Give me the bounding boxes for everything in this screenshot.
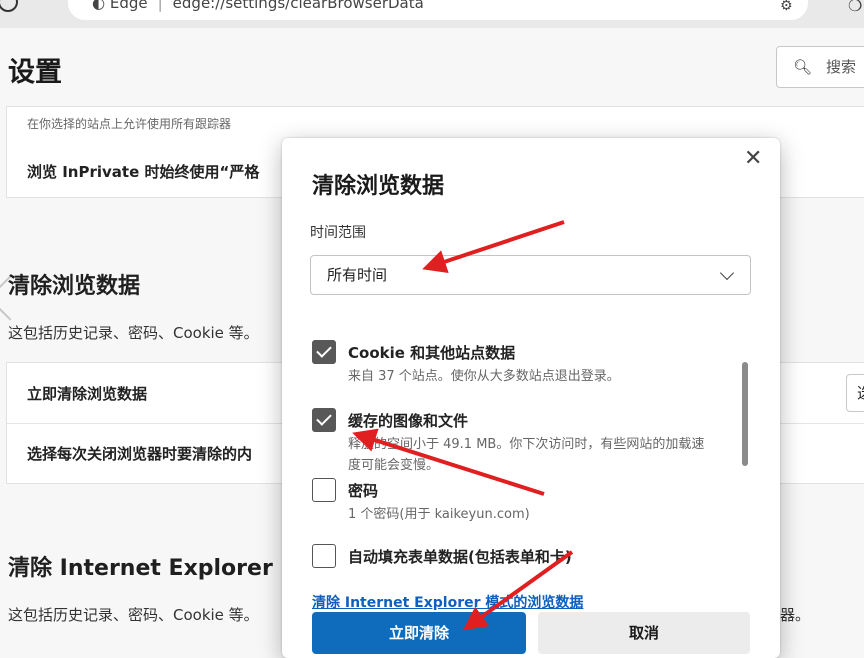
cancel-button[interactable]: 取消 [538,612,750,654]
collections-icon[interactable]: ❍ [848,0,862,15]
close-icon[interactable]: ✕ [744,146,762,171]
refresh-icon[interactable] [0,0,18,12]
autofill-checkbox[interactable] [312,544,336,568]
edge-icon: ◐ [92,0,110,12]
time-range-select[interactable]: 所有时间 [310,255,751,295]
page-title: 设置 [8,57,62,88]
clear-now-button[interactable]: 立即清除 [312,612,526,654]
clear-on-close-row[interactable]: 选择每次关闭浏览器时要清除的内 [27,443,252,464]
extension-icon[interactable]: ⚙ [780,0,793,14]
option-title: 自动填充表单数据(包括表单和卡) [348,548,572,566]
clear-data-description: 这包括历史记录、密码、Cookie 等。 [8,324,259,342]
option-subtitle: 释放的空间小于 49.1 MB。你下次访问时，有些网站的加载速度可能会变慢。 [348,437,705,473]
inprivate-strict-setting[interactable]: 浏览 InPrivate 时始终使用“严格 [27,161,259,182]
time-range-label: 时间范围 [310,225,366,241]
option-subtitle: 1 个密码(用于 kaikeyun.com) [348,507,530,522]
search-placeholder: 搜索 [826,58,857,76]
browser-brand: Edge [109,0,148,12]
cache-checkbox[interactable] [312,408,336,432]
tracker-allow-text: 在你选择的站点上允许使用所有跟踪器 [27,117,232,131]
dialog-title: 清除浏览数据 [312,174,445,199]
search-input[interactable]: 🔍︎ 搜索 [776,46,864,88]
ie-section-title: 清除 Internet Explorer [8,556,273,581]
option-title: 密码 [348,482,379,500]
clear-now-row[interactable]: 立即清除浏览数据 [27,383,147,404]
choose-clear-button[interactable]: 选 [846,374,864,412]
time-range-value: 所有时间 [327,266,388,284]
address-separator: | [157,0,163,12]
option-title: Cookie 和其他站点数据 [348,344,516,362]
ie-description: 这包括历史记录、密码、Cookie 等。 [8,606,259,624]
address-url: edge://settings/clearBrowserData [172,0,424,12]
dialog-scrollbar[interactable] [742,362,748,466]
search-icon: 🔍︎ [793,58,813,76]
password-checkbox[interactable] [312,478,336,502]
option-subtitle: 来自 37 个站点。使你从大多数站点退出登录。 [348,369,620,384]
chevron-down-icon [719,265,735,281]
address-bar[interactable]: ◐ Edge | edge://settings/clearBrowserData [68,0,808,20]
ie-description-tail: 器。 [780,606,811,624]
cookie-checkbox[interactable] [312,340,336,364]
option-title: 缓存的图像和文件 [348,412,469,430]
browser-toolbar: ◐ Edge | edge://settings/clearBrowserData … [0,0,864,28]
clear-ie-data-link[interactable]: 清除 Internet Explorer 模式的浏览数据 [312,592,583,612]
clear-data-dialog: 清除浏览数据 ✕ 时间范围 所有时间 Cookie 和其他站点数据 来自 37 … [282,138,780,658]
clear-data-section-title: 清除浏览数据 [8,274,141,299]
